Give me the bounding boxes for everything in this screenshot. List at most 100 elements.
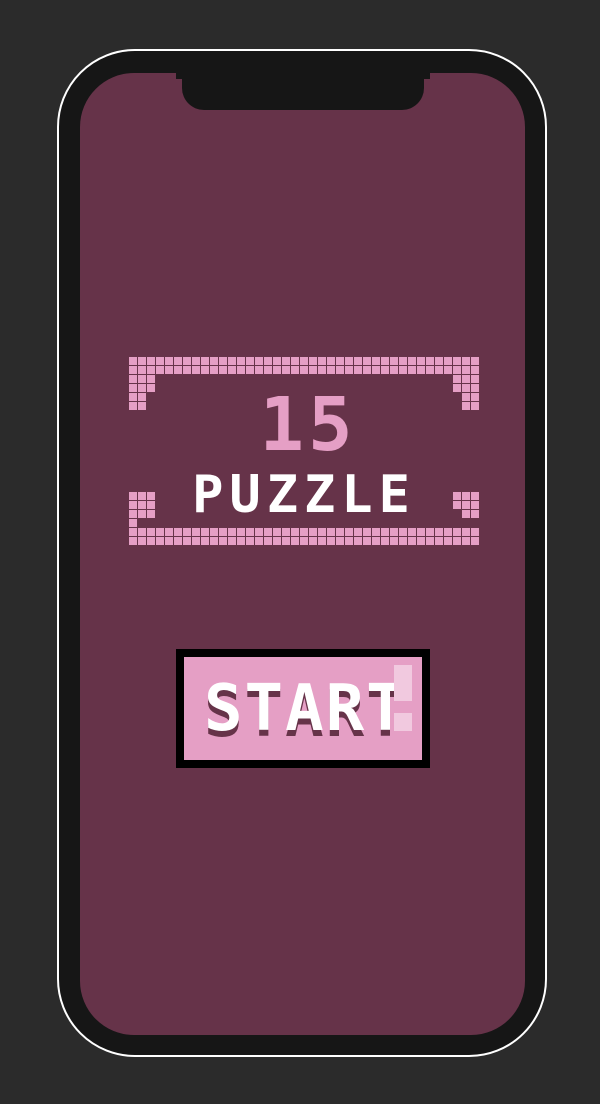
frame-pixel: [282, 528, 290, 536]
frame-pixel: [426, 357, 434, 365]
frame-pixel: [147, 492, 155, 500]
frame-pixel: [381, 357, 389, 365]
frame-pixel: [453, 537, 461, 545]
frame-pixel: [471, 501, 479, 509]
frame-pixel: [129, 384, 137, 392]
frame-pixel: [417, 528, 425, 536]
frame-pixel: [453, 501, 461, 509]
frame-pixel: [255, 537, 263, 545]
frame-pixel: [309, 366, 317, 374]
start-button[interactable]: START START: [176, 649, 430, 768]
frame-pixel: [435, 537, 443, 545]
frame-pixel: [462, 537, 470, 545]
frame-pixel: [138, 492, 146, 500]
frame-pixel: [444, 357, 452, 365]
frame-pixel: [129, 510, 137, 518]
frame-pixel: [336, 366, 344, 374]
frame-pixel: [390, 528, 398, 536]
frame-pixel: [300, 357, 308, 365]
frame-pixel: [471, 528, 479, 536]
frame-pixel: [147, 366, 155, 374]
frame-pixel: [336, 357, 344, 365]
frame-pixel: [273, 537, 281, 545]
frame-pixel: [462, 357, 470, 365]
frame-pixel: [129, 357, 137, 365]
frame-pixel: [147, 357, 155, 365]
frame-pixel: [363, 366, 371, 374]
start-glint: [394, 713, 412, 731]
frame-pixel: [192, 366, 200, 374]
frame-pixel: [435, 357, 443, 365]
frame-pixel: [354, 537, 362, 545]
frame-pixel: [264, 528, 272, 536]
frame-pixel: [471, 375, 479, 383]
frame-pixel: [255, 357, 263, 365]
frame-pixel: [363, 528, 371, 536]
frame-pixel: [174, 537, 182, 545]
frame-pixel: [228, 537, 236, 545]
frame-pixel: [327, 537, 335, 545]
frame-pixel: [462, 510, 470, 518]
frame-pixel: [165, 366, 173, 374]
frame-pixel: [408, 528, 416, 536]
frame-pixel: [453, 384, 461, 392]
frame-pixel: [264, 357, 272, 365]
frame-pixel: [471, 393, 479, 401]
frame-pixel: [471, 537, 479, 545]
frame-pixel: [174, 366, 182, 374]
frame-pixel: [291, 537, 299, 545]
frame-pixel: [399, 366, 407, 374]
start-glint: [394, 665, 412, 701]
frame-pixel: [345, 357, 353, 365]
frame-pixel: [327, 528, 335, 536]
frame-pixel: [210, 537, 218, 545]
frame-pixel: [264, 537, 272, 545]
frame-pixel: [129, 402, 137, 410]
frame-pixel: [336, 537, 344, 545]
frame-pixel: [336, 528, 344, 536]
frame-pixel: [237, 528, 245, 536]
frame-pixel: [462, 402, 470, 410]
frame-pixel: [156, 537, 164, 545]
frame-pixel: [300, 528, 308, 536]
frame-pixel: [138, 510, 146, 518]
frame-pixel: [462, 492, 470, 500]
frame-pixel: [219, 357, 227, 365]
frame-pixel: [138, 393, 146, 401]
frame-pixel: [291, 366, 299, 374]
frame-pixel: [282, 537, 290, 545]
frame-pixel: [237, 366, 245, 374]
frame-pixel: [156, 528, 164, 536]
frame-pixel: [219, 537, 227, 545]
frame-pixel: [417, 357, 425, 365]
frame-pixel: [381, 537, 389, 545]
frame-pixel: [435, 366, 443, 374]
frame-pixel: [282, 366, 290, 374]
frame-pixel: [354, 528, 362, 536]
frame-pixel: [417, 537, 425, 545]
frame-pixel: [228, 357, 236, 365]
frame-pixel: [453, 492, 461, 500]
frame-pixel: [192, 537, 200, 545]
frame-pixel: [408, 537, 416, 545]
frame-pixel: [138, 366, 146, 374]
frame-pixel: [129, 492, 137, 500]
frame-pixel: [138, 402, 146, 410]
frame-pixel: [246, 366, 254, 374]
frame-pixel: [129, 519, 137, 527]
frame-pixel: [183, 357, 191, 365]
frame-pixel: [453, 366, 461, 374]
frame-pixel: [390, 366, 398, 374]
frame-pixel: [291, 528, 299, 536]
frame-pixel: [435, 528, 443, 536]
frame-pixel: [138, 537, 146, 545]
frame-pixel: [183, 537, 191, 545]
frame-pixel: [156, 357, 164, 365]
frame-pixel: [471, 384, 479, 392]
frame-pixel: [354, 357, 362, 365]
frame-pixel: [228, 366, 236, 374]
frame-pixel: [174, 528, 182, 536]
frame-pixel: [174, 357, 182, 365]
frame-pixel: [444, 537, 452, 545]
frame-pixel: [246, 357, 254, 365]
